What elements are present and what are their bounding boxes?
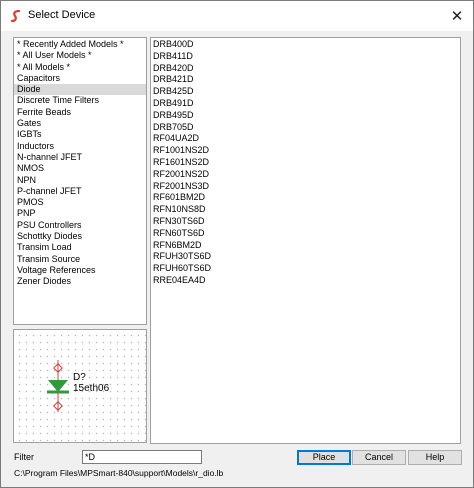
device-item[interactable]: DRB411D xyxy=(151,51,460,63)
device-item[interactable]: RF1001NS2D xyxy=(151,145,460,157)
category-item[interactable]: Zener Diodes xyxy=(14,276,146,287)
category-list[interactable]: * Recently Added Models * * All User Mode… xyxy=(13,37,147,325)
category-item[interactable]: Inductors xyxy=(14,141,146,152)
filter-label: Filter xyxy=(14,452,34,462)
close-button[interactable]: ✕ xyxy=(443,2,471,29)
symbol-ref-label: D? xyxy=(73,372,86,383)
category-item[interactable]: Transim Source xyxy=(14,254,146,265)
category-item[interactable]: PMOS xyxy=(14,197,146,208)
category-item[interactable]: Gates xyxy=(14,118,146,129)
category-item[interactable]: Diode xyxy=(14,84,146,96)
device-item[interactable]: DRB421D xyxy=(151,74,460,86)
help-button[interactable]: Help xyxy=(408,450,462,465)
device-item[interactable]: DRB425D xyxy=(151,86,460,98)
category-item[interactable]: NMOS xyxy=(14,163,146,174)
device-item[interactable]: DRB705D xyxy=(151,122,460,134)
device-item[interactable]: RF04UA2D xyxy=(151,133,460,145)
category-item[interactable]: Transim Load xyxy=(14,242,146,253)
category-item[interactable]: PNP xyxy=(14,208,146,219)
title-bar: Select Device ✕ xyxy=(1,1,473,31)
category-item[interactable]: * All User Models * xyxy=(14,50,146,61)
place-button[interactable]: Place xyxy=(297,450,351,465)
diode-triangle xyxy=(48,380,68,392)
device-item[interactable]: RFUH30TS6D xyxy=(151,251,460,263)
device-item[interactable]: RFN6BM2D xyxy=(151,240,460,252)
cancel-button[interactable]: Cancel xyxy=(352,450,406,465)
device-item[interactable]: RF2001NS2D xyxy=(151,169,460,181)
select-device-dialog: Select Device ✕ * Recently Added Models … xyxy=(0,0,474,488)
device-item[interactable]: RRE04EA4D xyxy=(151,275,460,287)
device-item[interactable]: RFUH60TS6D xyxy=(151,263,460,275)
category-item[interactable]: * Recently Added Models * xyxy=(14,39,146,50)
model-file-path: C:\Program Files\MPSmart-840\support\Mod… xyxy=(14,468,224,478)
symbol-value-label: 15eth06 xyxy=(73,383,110,394)
category-item[interactable]: PSU Controllers xyxy=(14,220,146,231)
filter-input[interactable] xyxy=(82,450,202,464)
device-item[interactable]: DRB491D xyxy=(151,98,460,110)
app-icon xyxy=(10,9,21,23)
device-item[interactable]: RF2001NS3D xyxy=(151,181,460,193)
device-list[interactable]: DRB400D DRB411D DRB420D DRB421D DRB425D DRB49… xyxy=(150,37,461,444)
window-title: Select Device xyxy=(28,9,96,21)
close-icon: ✕ xyxy=(450,7,464,25)
category-item[interactable]: Capacitors xyxy=(14,73,146,84)
device-item[interactable]: DRB400D xyxy=(151,39,460,51)
device-item[interactable]: RF1601NS2D xyxy=(151,157,460,169)
category-item[interactable]: IGBTs xyxy=(14,129,146,140)
device-item[interactable]: RFN10NS8D xyxy=(151,204,460,216)
device-item[interactable]: RF601BM2D xyxy=(151,192,460,204)
category-item[interactable]: Voltage References xyxy=(14,265,146,276)
category-item[interactable]: Ferrite Beads xyxy=(14,107,146,118)
category-item[interactable]: Schottky Diodes xyxy=(14,231,146,242)
category-item[interactable]: NPN xyxy=(14,175,146,186)
category-item[interactable]: Discrete Time Filters xyxy=(14,95,146,106)
device-item[interactable]: DRB420D xyxy=(151,63,460,75)
device-item[interactable]: DRB495D xyxy=(151,110,460,122)
category-item[interactable]: * All Models * xyxy=(14,62,146,73)
device-item[interactable]: RFN60TS6D xyxy=(151,228,460,240)
category-item[interactable]: P-channel JFET xyxy=(14,186,146,197)
device-item[interactable]: RFN30TS6D xyxy=(151,216,460,228)
category-item[interactable]: N-channel JFET xyxy=(14,152,146,163)
symbol-preview: D? 15eth06 xyxy=(13,329,147,443)
